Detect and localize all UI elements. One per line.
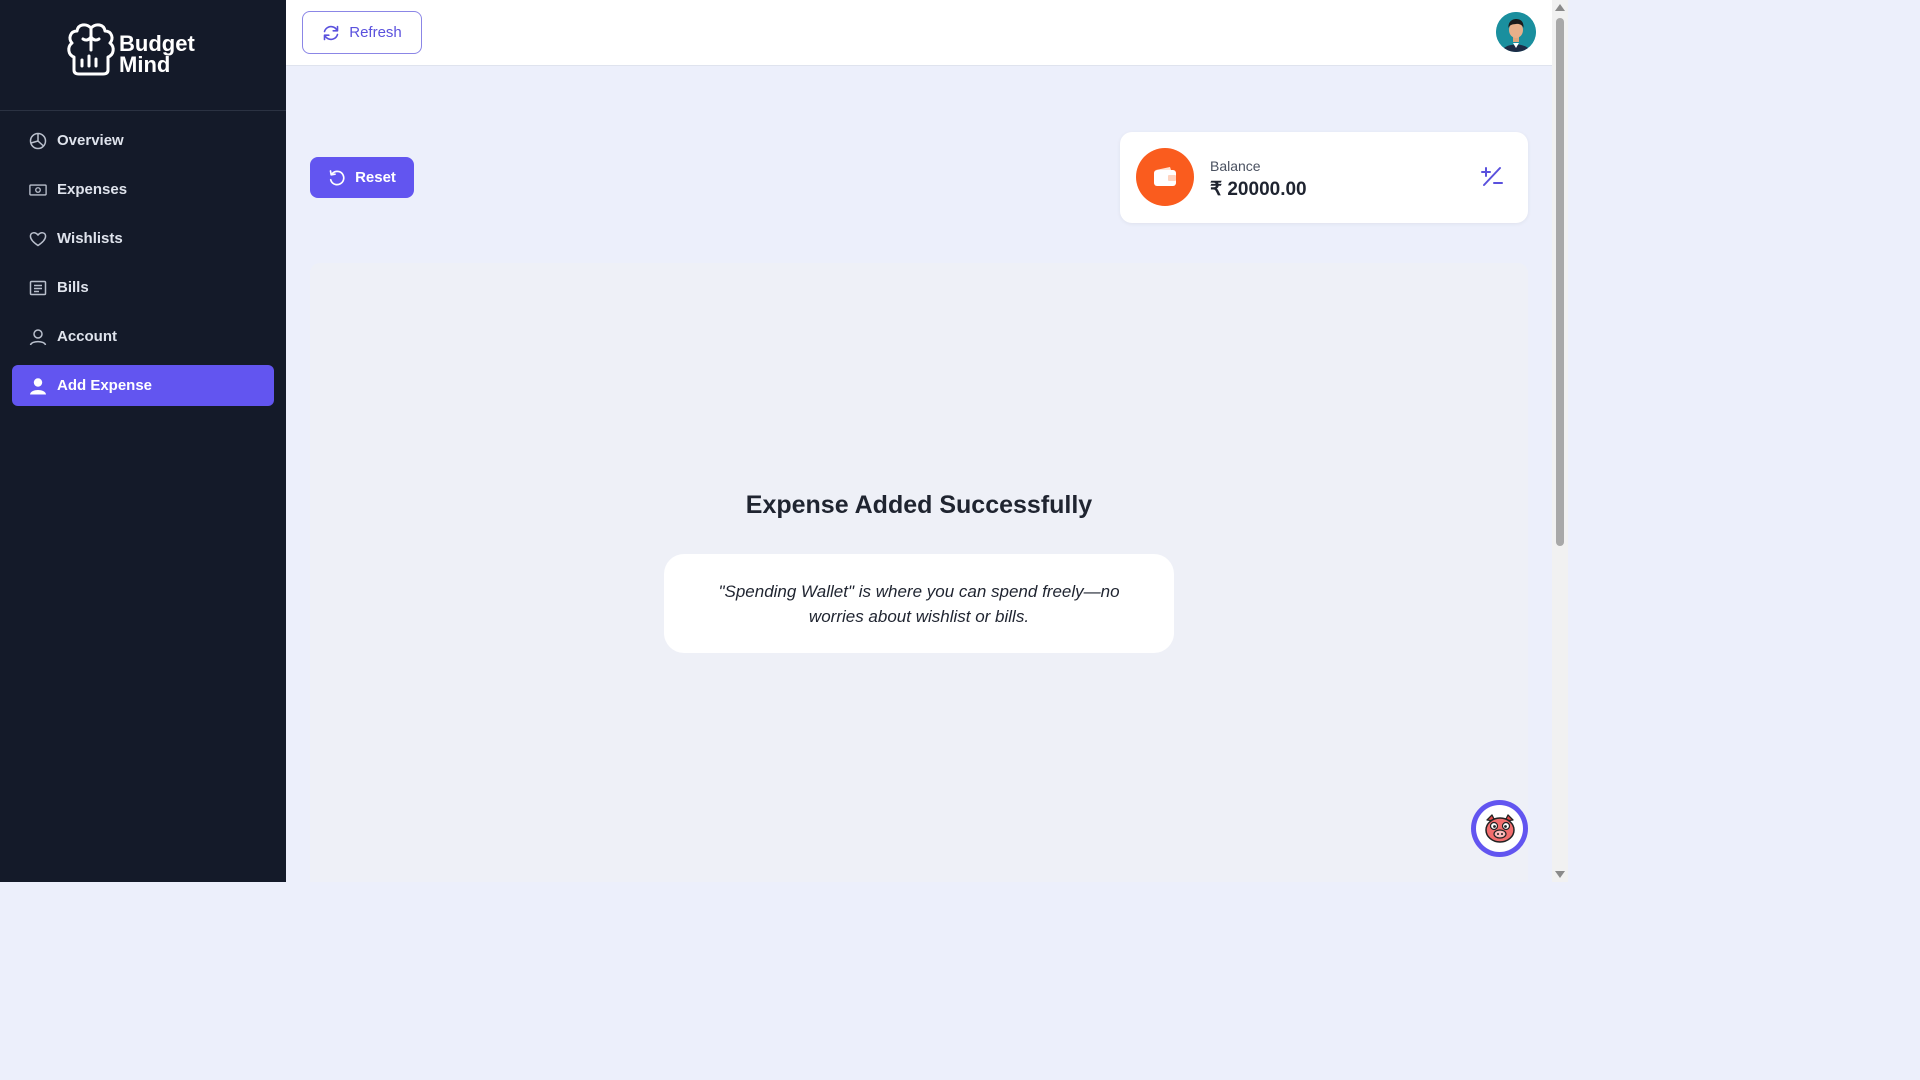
- sidebar-item-wishlists[interactable]: Wishlists: [12, 218, 274, 259]
- sidebar-item-label: Overview: [57, 132, 124, 149]
- user-avatar[interactable]: [1496, 12, 1536, 52]
- sidebar-item-overview[interactable]: Overview: [12, 120, 274, 161]
- quote-text: "Spending Wallet" is where you can spend…: [718, 581, 1120, 626]
- chatbot-button[interactable]: [1471, 800, 1528, 857]
- pig-mascot-icon: [1476, 805, 1523, 852]
- sidebar-item-label: Bills: [57, 279, 89, 296]
- sidebar-nav: Overview Expenses Wishlists Bills Accoun…: [12, 120, 274, 414]
- heart-icon: [29, 230, 47, 248]
- refresh-label: Refresh: [349, 24, 402, 41]
- wallet-icon: [1136, 148, 1194, 206]
- scroll-down-arrow-icon[interactable]: [1555, 871, 1565, 878]
- sidebar-item-bills[interactable]: Bills: [12, 267, 274, 308]
- receipt-icon: [29, 279, 47, 297]
- vertical-scrollbar[interactable]: [1552, 0, 1568, 882]
- success-title: Expense Added Successfully: [745, 491, 1093, 519]
- reset-label: Reset: [355, 169, 396, 186]
- pie-chart-icon: [29, 132, 47, 150]
- brand[interactable]: Budget Mind: [0, 0, 286, 111]
- refresh-icon: [322, 24, 340, 42]
- sidebar-item-label: Add Expense: [57, 377, 153, 394]
- quote-card: "Spending Wallet" is where you can spend…: [664, 554, 1174, 653]
- sidebar-item-account[interactable]: Account: [12, 316, 274, 357]
- topbar: Refresh: [286, 0, 1552, 66]
- plus-minus-icon[interactable]: [1478, 163, 1506, 191]
- brand-name: Budget Mind: [119, 31, 195, 77]
- refresh-button[interactable]: Refresh: [302, 11, 422, 54]
- content-panel: Expense Added Successfully "Spending Wal…: [310, 263, 1528, 882]
- sidebar-item-label: Wishlists: [57, 230, 123, 247]
- brand-line-1: Budget: [119, 31, 195, 56]
- scroll-up-arrow-icon[interactable]: [1555, 4, 1565, 11]
- banknote-icon: [29, 181, 47, 199]
- undo-icon: [328, 169, 346, 187]
- brand-line-2: Mind: [119, 52, 171, 77]
- reset-button[interactable]: Reset: [310, 157, 414, 198]
- balance-card: Balance ₹ 20000.00: [1120, 132, 1528, 223]
- balance-value: ₹ 20000.00: [1210, 179, 1307, 200]
- sidebar-item-add-expense[interactable]: Add Expense: [12, 365, 274, 406]
- sidebar: Budget Mind Overview Expenses Wishlists: [0, 0, 286, 882]
- sidebar-item-label: Account: [57, 328, 117, 345]
- user-filled-icon: [29, 377, 47, 395]
- balance-label: Balance: [1210, 158, 1261, 174]
- scroll-thumb[interactable]: [1556, 18, 1564, 546]
- brain-logo-icon: [67, 23, 115, 76]
- sidebar-item-expenses[interactable]: Expenses: [12, 169, 274, 210]
- sidebar-item-label: Expenses: [57, 181, 128, 198]
- user-icon: [29, 328, 47, 346]
